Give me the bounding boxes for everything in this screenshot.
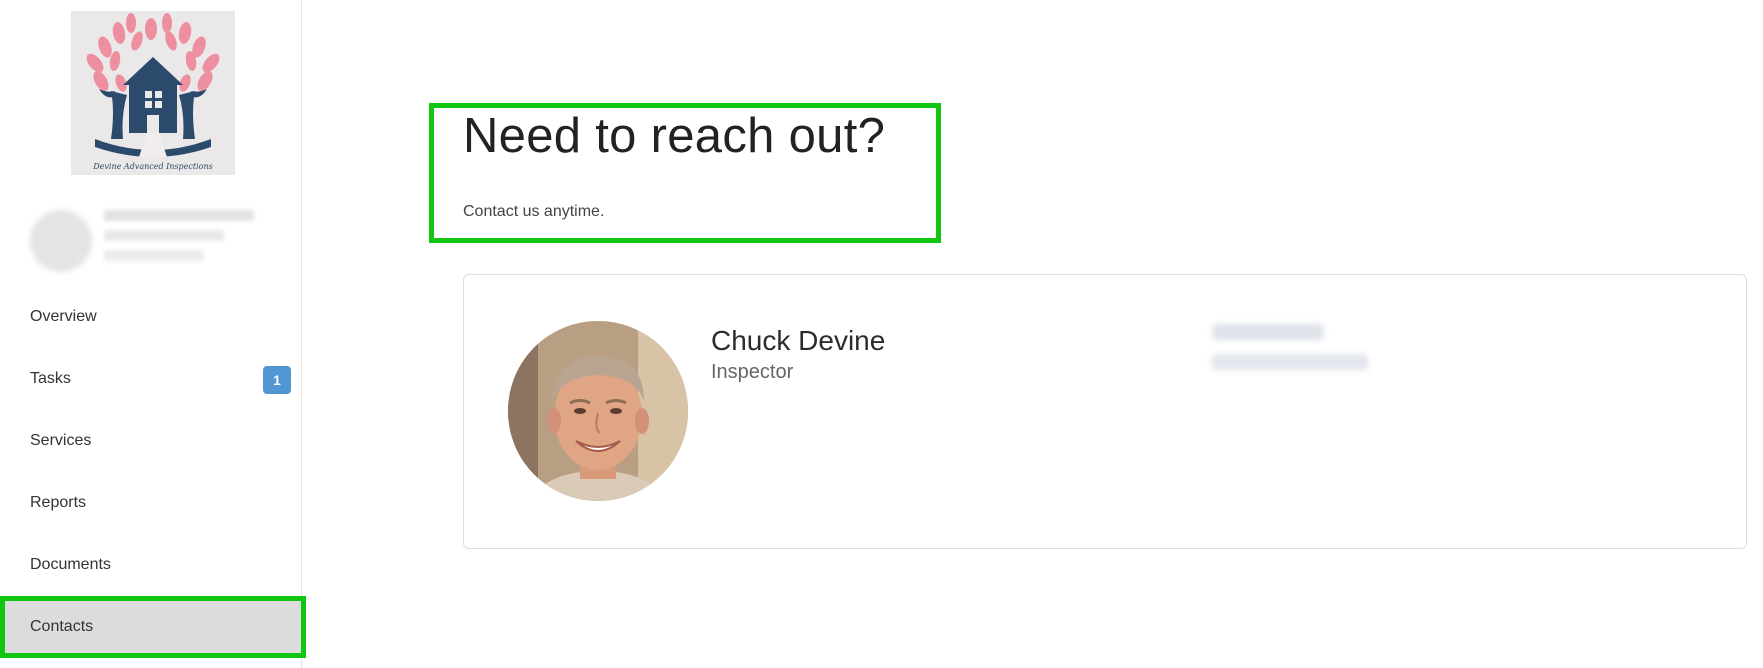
tasks-count-badge: 1 [263,366,291,394]
user-detail-redacted [104,230,224,241]
user-profile[interactable] [30,208,270,274]
page-subtitle: Contact us anytime. [463,203,605,220]
company-logo[interactable]: Devine Advanced Inspections [71,11,235,175]
sidebar-item-label: Tasks [30,370,71,387]
sidebar-item-label: Documents [30,556,111,573]
sidebar-item-services[interactable]: Services [0,410,301,472]
contact-name: Chuck Devine [711,325,886,356]
app-root: Devine Advanced Inspections Overview Tas… [0,0,1763,668]
sidebar-item-contacts[interactable]: Contacts [0,596,306,658]
contact-role: Inspector [711,361,794,383]
sidebar-item-label: Reports [30,494,87,511]
sidebar-item-tasks[interactable]: Tasks 1 [0,348,301,410]
sidebar-item-reports[interactable]: Reports [0,472,301,534]
person-portrait-icon [508,321,688,501]
user-name-redacted [104,210,254,221]
sidebar-nav: Overview Tasks 1 Services Reports Docume… [0,286,306,658]
sidebar-item-label: Services [30,432,92,449]
contact-phone-redacted[interactable] [1212,354,1368,370]
page-title: Need to reach out? [463,109,886,163]
tree-house-logo-icon: Devine Advanced Inspections [86,13,220,171]
sidebar-item-label: Contacts [30,618,94,635]
contact-photo [508,321,688,501]
contact-card: Chuck Devine Inspector [463,274,1747,549]
svg-text:Devine Advanced Inspections: Devine Advanced Inspections [92,162,212,171]
contact-email-redacted[interactable] [1212,324,1324,340]
sidebar-item-label: Overview [30,308,97,325]
user-avatar [30,210,92,272]
sidebar-item-documents[interactable]: Documents [0,534,301,596]
sidebar: Devine Advanced Inspections Overview Tas… [0,0,306,668]
sidebar-item-overview[interactable]: Overview [0,286,301,348]
user-detail-redacted [104,250,204,261]
